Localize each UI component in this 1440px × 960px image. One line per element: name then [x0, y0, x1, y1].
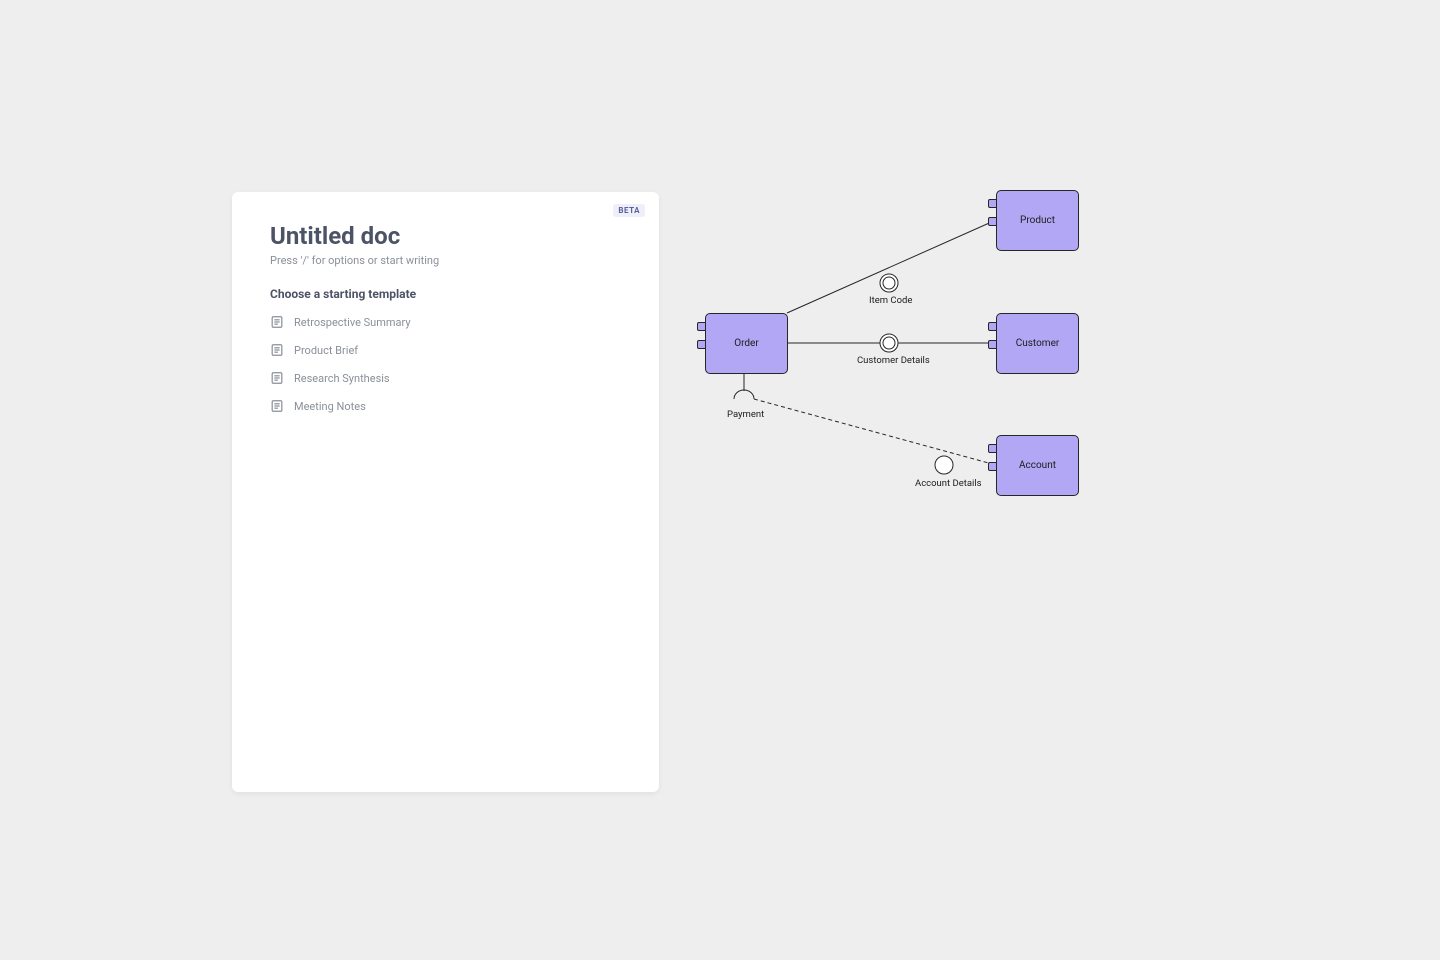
- document-icon: [270, 371, 284, 385]
- template-label: Retrospective Summary: [294, 316, 411, 329]
- doc-title[interactable]: Untitled doc: [270, 222, 621, 250]
- diagram-node-order[interactable]: Order: [705, 313, 788, 374]
- template-heading: Choose a starting template: [270, 287, 621, 301]
- diagram-node-account[interactable]: Account: [996, 435, 1079, 496]
- template-label: Product Brief: [294, 344, 358, 357]
- edge-label-account-details: Account Details: [915, 478, 982, 489]
- template-item-product-brief[interactable]: Product Brief: [270, 343, 621, 357]
- template-label: Research Synthesis: [294, 372, 390, 385]
- doc-card: BETA Untitled doc Press '/' for options …: [232, 192, 659, 792]
- node-label: Order: [734, 338, 759, 349]
- template-item-research-synthesis[interactable]: Research Synthesis: [270, 371, 621, 385]
- template-item-retrospective[interactable]: Retrospective Summary: [270, 315, 621, 329]
- diagram-canvas: Order Product Customer Account Item Code…: [697, 190, 1097, 510]
- diagram-node-customer[interactable]: Customer: [996, 313, 1079, 374]
- doc-hint: Press '/' for options or start writing: [270, 254, 621, 267]
- node-label: Product: [1020, 215, 1055, 226]
- template-label: Meeting Notes: [294, 400, 366, 413]
- document-icon: [270, 315, 284, 329]
- edge-label-payment: Payment: [727, 409, 764, 420]
- document-icon: [270, 343, 284, 357]
- node-label: Account: [1019, 460, 1056, 471]
- document-icon: [270, 399, 284, 413]
- beta-badge: BETA: [613, 204, 645, 217]
- diagram-node-product[interactable]: Product: [996, 190, 1079, 251]
- edge-label-item-code: Item Code: [869, 295, 912, 306]
- template-item-meeting-notes[interactable]: Meeting Notes: [270, 399, 621, 413]
- node-label: Customer: [1016, 338, 1060, 349]
- edge-label-customer-details: Customer Details: [857, 355, 930, 366]
